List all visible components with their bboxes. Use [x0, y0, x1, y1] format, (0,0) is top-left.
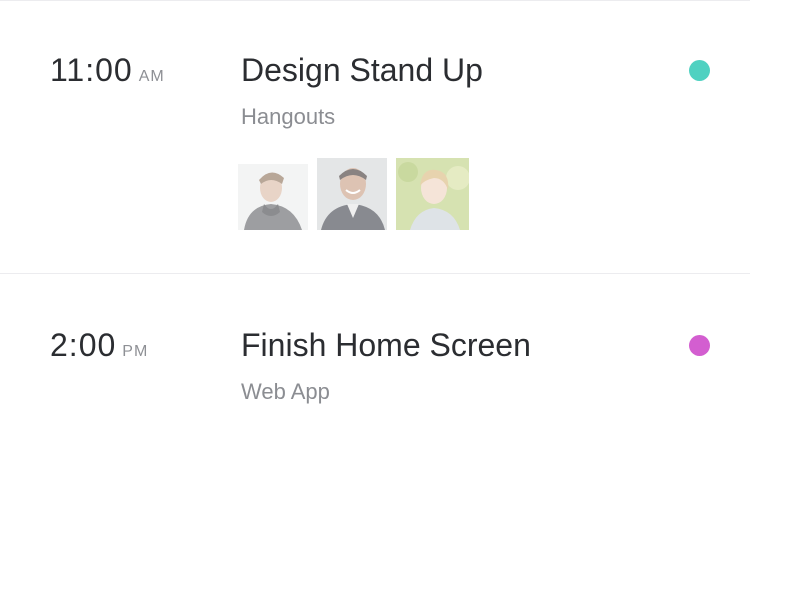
divider	[0, 0, 750, 1]
status-dot-icon	[689, 60, 710, 81]
event-location: Web App	[241, 379, 330, 404]
event-time-period: PM	[122, 343, 149, 360]
event-title[interactable]: Design Stand Up	[241, 52, 483, 89]
event-time: 2:00 PM	[50, 327, 148, 364]
avatar[interactable]	[317, 158, 387, 230]
status-dot-icon	[689, 335, 710, 356]
divider	[0, 273, 750, 274]
person-photo-icon	[238, 164, 308, 230]
event-location: Hangouts	[241, 104, 336, 129]
person-photo-icon	[396, 158, 469, 230]
event-time: 11:00 AM	[50, 52, 165, 89]
avatar[interactable]	[238, 164, 308, 230]
schedule-list: 11:00 AM Design Stand Up Hangouts 2:00 P…	[0, 0, 800, 600]
event-time-period: AM	[138, 68, 165, 85]
event-time-value: 11:00	[50, 52, 133, 88]
person-photo-icon	[317, 158, 387, 230]
avatar[interactable]	[396, 158, 469, 230]
event-time-value: 2:00	[50, 327, 117, 363]
event-title[interactable]: Finish Home Screen	[241, 327, 531, 364]
